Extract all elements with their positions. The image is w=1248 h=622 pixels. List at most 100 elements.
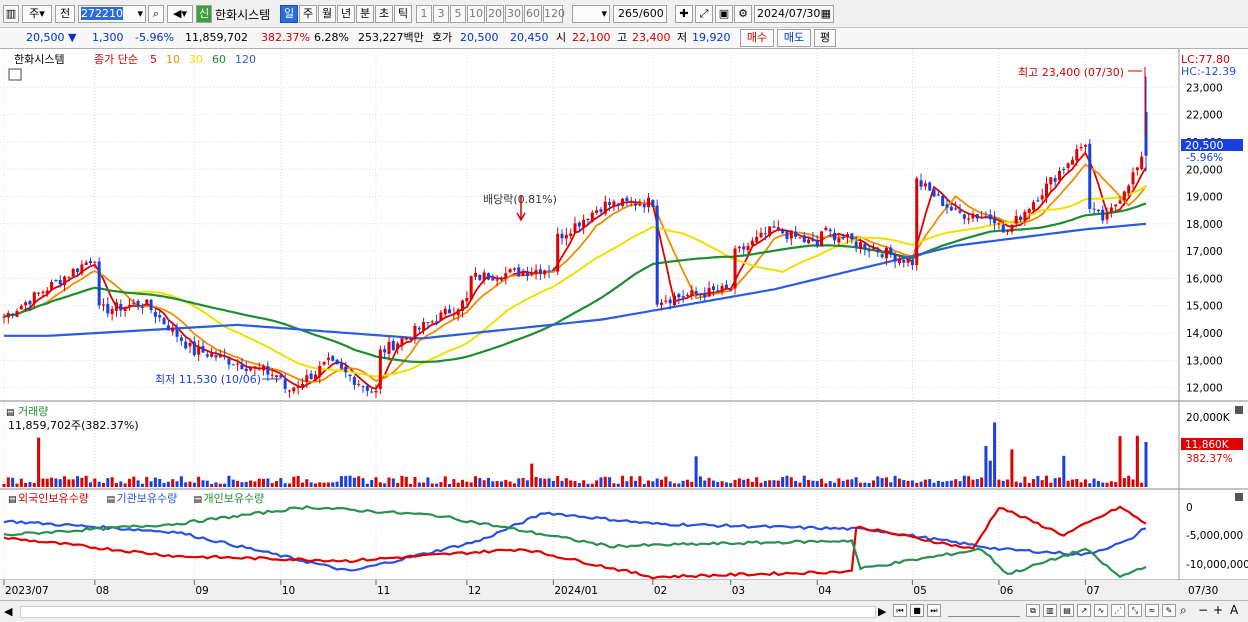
buy-button[interactable]: 매수 [740, 29, 774, 47]
interval-tab[interactable]: 20 [486, 5, 504, 23]
interval-tab[interactable]: 5 [450, 5, 466, 23]
volume-bar [318, 482, 322, 487]
candle [110, 308, 114, 314]
candle [409, 338, 413, 340]
volume-bar [1101, 482, 1105, 487]
period-tab[interactable]: 초 [375, 5, 393, 23]
volume-bar [218, 483, 222, 487]
candle [755, 236, 759, 243]
chart-area[interactable]: 23,00022,00021,00020,00019,00018,00017,0… [0, 49, 1248, 600]
interval-tab[interactable]: 10 [467, 5, 485, 23]
horizontal-scrollbar[interactable] [20, 606, 876, 618]
volume-bar [690, 481, 694, 487]
candle [383, 349, 387, 353]
interval-tab[interactable]: 3 [433, 5, 449, 23]
volume-bar [1135, 435, 1139, 487]
period-tab[interactable]: 년 [337, 5, 355, 23]
candle [547, 270, 551, 272]
count-input[interactable]: 265/600 [613, 5, 667, 23]
candle [867, 250, 871, 252]
menu-icon[interactable]: ▥ [3, 5, 19, 23]
interval-tab[interactable]: 30 [505, 5, 523, 23]
candle [1092, 208, 1096, 210]
volume-bar [114, 483, 118, 487]
tool-6-icon[interactable]: ✎ [1162, 604, 1176, 617]
candle [201, 346, 205, 353]
period-tab[interactable]: 분 [356, 5, 374, 23]
code-input[interactable]: 272210 ▾ [78, 5, 146, 23]
volume-bar [465, 481, 469, 487]
volume-bar [192, 482, 196, 487]
candle [205, 354, 209, 357]
volume-bar [76, 476, 80, 487]
gear-icon[interactable]: ⚙ [734, 5, 752, 23]
volume-bar [897, 478, 901, 487]
tool-3-icon[interactable]: ⋰ [1111, 604, 1125, 617]
volume-bar [478, 478, 482, 487]
volume-bar [153, 477, 157, 487]
date-input[interactable]: 2024/07/30 ▦ [754, 5, 834, 23]
candle [928, 182, 932, 191]
tool-1-icon[interactable]: ↗ [1077, 604, 1091, 617]
zoom-slider[interactable] [948, 606, 1020, 617]
candle [603, 201, 607, 214]
volume-bar [815, 480, 819, 487]
volume-bar [1075, 478, 1079, 487]
period-tab[interactable]: 일 [280, 5, 298, 23]
draw-icon[interactable]: ⤢ [695, 5, 713, 23]
interval-tab[interactable]: 120 [543, 5, 565, 23]
volume-bar [794, 480, 798, 487]
tool-2-icon[interactable]: ∿ [1094, 604, 1108, 617]
period-tab[interactable]: 월 [318, 5, 336, 23]
scroll-left-icon[interactable]: ◀ [4, 605, 12, 618]
volume-bar [798, 482, 802, 487]
zoom-icon[interactable]: ⌕ [1180, 603, 1187, 618]
stop-icon[interactable]: ■ [910, 604, 924, 617]
search-icon[interactable]: ⌕ [148, 5, 164, 23]
volume-bar [15, 483, 19, 487]
prev-button[interactable]: 전 [55, 5, 75, 23]
font-size-icon[interactable]: A [1230, 603, 1238, 617]
first-page-icon[interactable]: ⏮ [893, 604, 907, 617]
tool-4-icon[interactable]: ⤡ [1128, 604, 1142, 617]
crosshair-icon[interactable]: ✚ [675, 5, 693, 23]
layout-icon[interactable]: ▥ [1043, 604, 1057, 617]
sell-button[interactable]: 매도 [777, 29, 811, 47]
candle [231, 364, 235, 366]
volume-bar [1062, 455, 1066, 487]
speaker-icon[interactable]: ◀▾ [167, 5, 193, 23]
volume-bar [1032, 479, 1036, 487]
candle [807, 239, 811, 244]
period-tab[interactable]: 틱 [394, 5, 412, 23]
next-page-icon[interactable]: ⏭ [927, 604, 941, 617]
candle [737, 246, 741, 249]
candle [71, 268, 75, 277]
volume-bar [672, 483, 677, 487]
candle [473, 273, 478, 277]
tool-5-icon[interactable]: ≈ [1145, 604, 1159, 617]
volume-bar [941, 481, 945, 487]
zoom-out-icon[interactable]: − [1198, 603, 1208, 617]
interval-tab[interactable]: 1 [416, 5, 432, 23]
layout-2-icon[interactable]: ▤ [1060, 604, 1074, 617]
candle [1032, 202, 1036, 210]
candle [387, 341, 391, 354]
candle [538, 269, 542, 275]
volume-bar [521, 477, 525, 487]
quote-bar: 20,500 ▼ 1,300 -5.96% 11,859,702 382.37%… [0, 28, 1248, 49]
candle [257, 368, 261, 370]
candle [2, 316, 6, 318]
candle [339, 364, 343, 369]
scroll-right-icon[interactable]: ▶ [878, 605, 886, 618]
eval-button[interactable]: 평 [814, 29, 836, 47]
interval-select[interactable]: ▾ [572, 5, 610, 23]
save-icon[interactable]: ▣ [715, 5, 733, 23]
copy-icon[interactable]: ⧉ [1026, 604, 1040, 617]
volume-bar [763, 481, 767, 487]
zoom-in-icon[interactable]: + [1213, 603, 1223, 617]
market-type-select[interactable]: 주▾ [22, 5, 52, 23]
candle [833, 232, 837, 241]
period-tab[interactable]: 주 [299, 5, 317, 23]
interval-tab[interactable]: 60 [524, 5, 542, 23]
candle [1062, 168, 1066, 170]
